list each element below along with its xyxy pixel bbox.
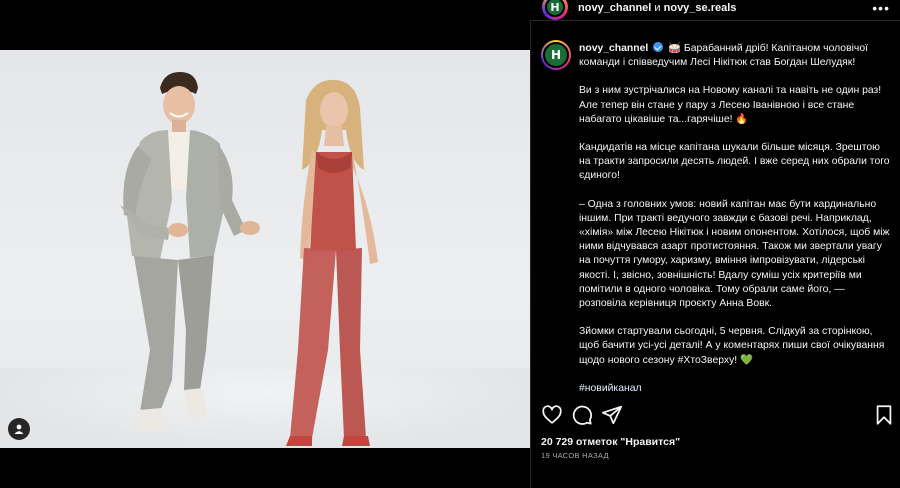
post-photo bbox=[0, 50, 530, 448]
caption-text-5: Зйомки стартували сьогодні, 5 червня. Сл… bbox=[579, 326, 885, 366]
tag-person-icon[interactable] bbox=[8, 418, 30, 440]
caption-paragraph-5: Зйомки стартували сьогодні, 5 червня. Сл… bbox=[579, 325, 891, 368]
header-collaborator-link[interactable]: novy_se.reals bbox=[664, 2, 737, 14]
header-account-link[interactable]: novy_channel bbox=[578, 2, 651, 14]
post-caption: novy_channel 🥁 Барабанний дріб! Капітано… bbox=[579, 42, 891, 410]
caption-avatar-letter: Н bbox=[543, 42, 569, 68]
green-heart-emoji: 💚 bbox=[740, 354, 754, 366]
divider bbox=[531, 20, 900, 21]
heart-icon[interactable] bbox=[541, 404, 563, 426]
caption-paragraph-6: #новийканал bbox=[579, 382, 891, 396]
header-joiner: и bbox=[651, 2, 664, 14]
hashtag-link[interactable]: #новийканал bbox=[579, 383, 642, 394]
post-timestamp[interactable]: 19 ЧАСОВ НАЗАД bbox=[541, 451, 609, 460]
caption-text-3: Кандидатів на місце капітана шукали біль… bbox=[579, 142, 890, 182]
drum-emoji: 🥁 bbox=[668, 43, 682, 54]
share-icon[interactable] bbox=[601, 404, 623, 426]
photo-illustration bbox=[120, 72, 378, 446]
caption-paragraph-4: – Одна з головних умов: новий капітан ма… bbox=[579, 198, 891, 312]
caption-paragraph-1: novy_channel 🥁 Барабанний дріб! Капітано… bbox=[579, 42, 891, 70]
caption-text-2: Ви з ним зустрічалися на Новому каналі т… bbox=[579, 85, 882, 125]
fire-emoji: 🔥 bbox=[735, 113, 749, 125]
man-figure bbox=[120, 72, 260, 432]
caption-paragraph-3: Кандидатів на місце капітана шукали біль… bbox=[579, 141, 891, 184]
post-panel: Н novy_channel 🥁 Барабанний дріб! Капіта… bbox=[530, 20, 900, 488]
likes-count[interactable]: 20 729 отметок "Нравится" bbox=[541, 436, 680, 448]
caption-avatar[interactable]: Н bbox=[541, 40, 571, 70]
post-header: Н novy_channel и novy_se.reals ••• bbox=[530, 0, 900, 20]
action-bar bbox=[539, 404, 893, 426]
more-horizontal-icon[interactable]: ••• bbox=[872, 0, 890, 16]
bookmark-icon[interactable] bbox=[873, 404, 895, 426]
header-avatar-letter: Н bbox=[545, 0, 565, 17]
comment-icon[interactable] bbox=[571, 404, 593, 426]
caption-paragraph-2: Ви з ним зустрічалися на Новому каналі т… bbox=[579, 84, 891, 127]
woman-figure bbox=[286, 79, 378, 446]
header-avatar[interactable]: Н bbox=[542, 0, 568, 20]
caption-text-4: – Одна з головних умов: новий капітан ма… bbox=[579, 198, 890, 310]
header-accounts: novy_channel и novy_se.reals bbox=[578, 2, 736, 14]
caption-username[interactable]: novy_channel bbox=[579, 43, 648, 54]
verified-badge-icon bbox=[653, 42, 664, 52]
